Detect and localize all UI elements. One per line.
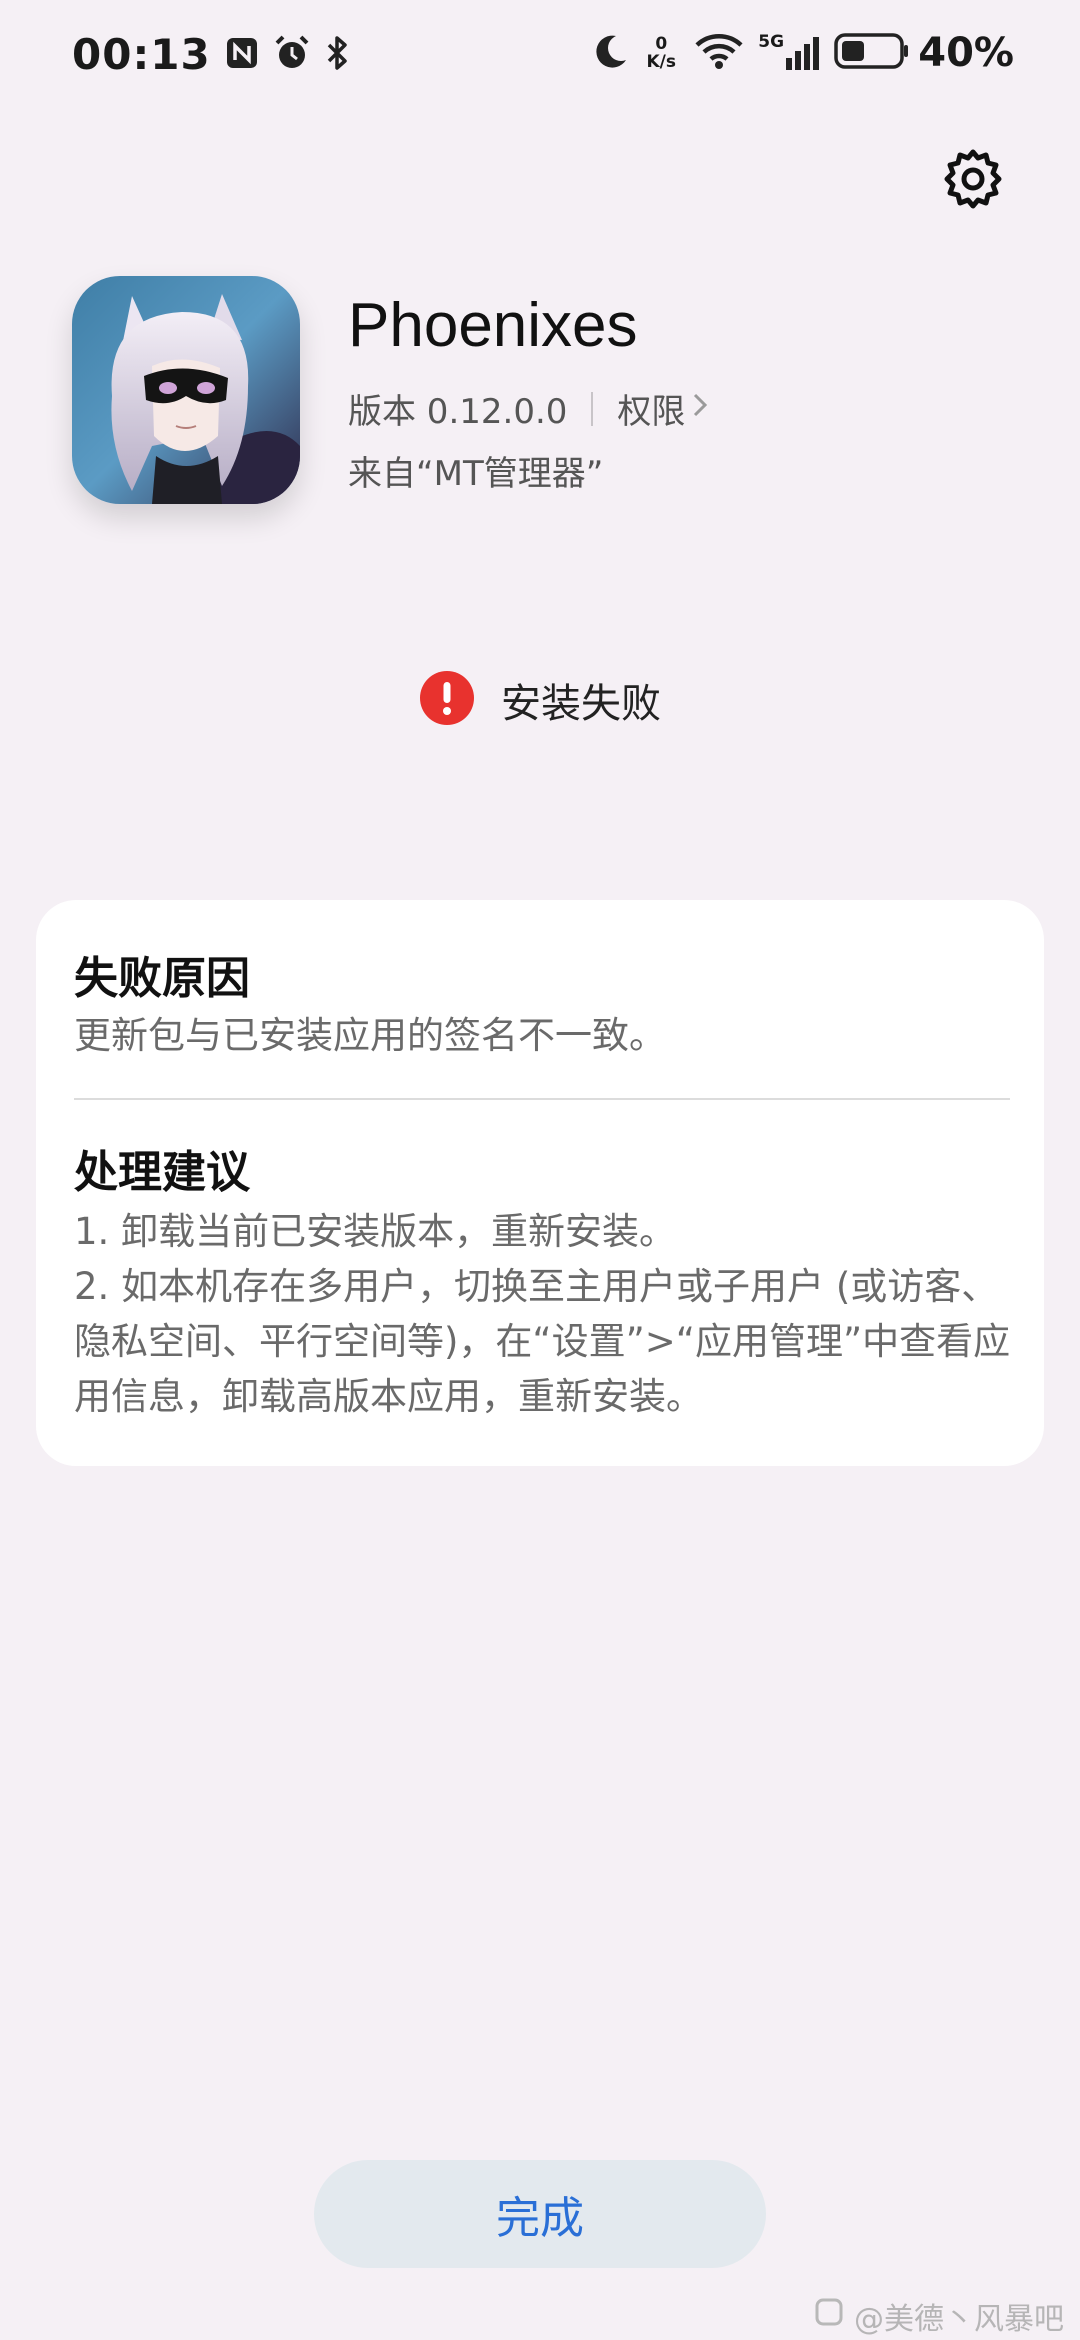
- wifi-icon: [694, 32, 744, 74]
- error-icon: [419, 670, 475, 730]
- suggestion-item: 2. 如本机存在多用户，切换至主用户或子用户 (或访客、隐私空间、平行空间等)，…: [74, 1265, 1011, 1418]
- watermark-text: @美德丶风暴吧: [854, 2302, 1064, 2337]
- install-status: 安装失败: [0, 670, 1080, 730]
- suggestion-heading: 处理建议: [74, 1147, 250, 1198]
- battery-icon: [834, 33, 910, 73]
- app-icon: [72, 276, 300, 504]
- gear-icon: [942, 149, 1004, 214]
- moon-icon: [592, 32, 628, 74]
- signal-icon: 5G: [758, 32, 820, 72]
- chevron-right-icon: [691, 389, 709, 429]
- permissions-link[interactable]: 权限: [617, 384, 709, 433]
- battery-percent: 40%: [918, 30, 1014, 76]
- battery-fill: [842, 41, 865, 61]
- status-time: 00:13: [72, 30, 211, 79]
- net-speed-value: 0: [655, 34, 668, 54]
- watermark: @美德丶风暴吧: [814, 2294, 1064, 2338]
- permissions-label: 权限: [617, 392, 686, 432]
- app-meta: 版本 0.12.0.0 权限: [348, 384, 709, 433]
- net-speed-unit: K/s: [646, 52, 676, 72]
- failure-reason-text: 更新包与已安装应用的签名不一致。: [74, 1014, 666, 1057]
- net-speed: 0 K/s: [642, 35, 680, 71]
- nfc-icon: [225, 36, 259, 74]
- suggestion-item: 1. 卸载当前已安装版本，重新安装。: [74, 1210, 677, 1253]
- watermark-logo-icon: [814, 2297, 844, 2335]
- bluetooth-icon: [325, 34, 351, 76]
- suggestion-list: 1. 卸载当前已安装版本，重新安装。 2. 如本机存在多用户，切换至主用户或子用…: [74, 1204, 1014, 1424]
- failure-details-card: 失败原因 更新包与已安装应用的签名不一致。 处理建议 1. 卸载当前已安装版本，…: [36, 900, 1044, 1466]
- app-name: Phoenixes: [348, 291, 638, 360]
- app-version: 版本 0.12.0.0: [348, 392, 568, 432]
- done-button[interactable]: 完成: [314, 2160, 766, 2268]
- alarm-icon: [273, 34, 311, 76]
- app-source: 来自“MT管理器”: [348, 454, 604, 494]
- failure-reason-heading: 失败原因: [74, 953, 250, 1004]
- card-divider: [74, 1098, 1010, 1100]
- status-text: 安装失败: [501, 681, 661, 727]
- meta-divider: [591, 391, 594, 426]
- settings-button[interactable]: [942, 148, 1004, 210]
- status-bar: 00:13 0 K/s 5G 40%: [0, 0, 1080, 120]
